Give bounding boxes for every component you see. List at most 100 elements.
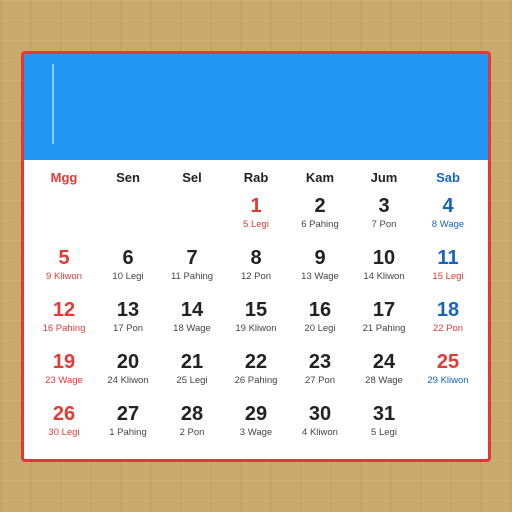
day-sub: 29 Kliwon [427,375,468,386]
day-header-kam: Kam [288,166,352,189]
cal-cell: 2327 Pon [288,347,352,399]
cal-cell: 282 Pon [160,399,224,451]
day-number: 31 [373,402,395,426]
day-number: 25 [437,350,459,374]
cal-cell: 2125 Legi [160,347,224,399]
day-header-mgg: Mgg [32,166,96,189]
cal-cell: 26 Pahing [288,191,352,243]
day-number: 14 [181,298,203,322]
day-sub: 16 Pahing [43,323,86,334]
cal-cell: 1822 Pon [416,295,480,347]
day-sub: 6 Pahing [301,219,339,230]
cal-cell: 48 Wage [416,191,480,243]
day-number: 30 [309,402,331,426]
day-number: 17 [373,298,395,322]
day-header-sab: Sab [416,166,480,189]
calendar-grid: 15 Legi26 Pahing37 Pon48 Wage59 Kliwon61… [32,191,480,451]
day-number: 9 [314,246,325,270]
day-sub: 4 Kliwon [302,427,338,438]
day-number: 4 [442,194,453,218]
day-sub: 27 Pon [305,375,335,386]
cal-cell: 1418 Wage [160,295,224,347]
day-number: 26 [53,402,75,426]
day-number: 29 [245,402,267,426]
day-sub: 10 Legi [112,271,143,282]
day-number: 18 [437,298,459,322]
day-sub: 17 Pon [113,323,143,334]
cal-cell: 59 Kliwon [32,243,96,295]
cal-cell: 1923 Wage [32,347,96,399]
day-sub: 26 Pahing [235,375,278,386]
day-headers: MggSenSelRabKamJumSab [32,166,480,189]
cal-cell: 37 Pon [352,191,416,243]
day-number: 19 [53,350,75,374]
cal-cell: 304 Kliwon [288,399,352,451]
day-number: 12 [53,298,75,322]
cal-cell: 610 Legi [96,243,160,295]
day-number: 1 [250,194,261,218]
day-sub: 18 Wage [173,323,211,334]
cal-cell: 293 Wage [224,399,288,451]
day-number: 3 [378,194,389,218]
day-header-sel: Sel [160,166,224,189]
day-header-jum: Jum [352,166,416,189]
calendar-header [24,54,488,150]
day-sub: 5 Legi [371,427,397,438]
cal-cell: 711 Pahing [160,243,224,295]
calendar-body: MggSenSelRabKamJumSab 15 Legi26 Pahing37… [24,160,488,459]
day-sub: 19 Kliwon [235,323,276,334]
day-sub: 3 Wage [240,427,272,438]
day-sub: 23 Wage [45,375,83,386]
day-sub: 1 Pahing [109,427,147,438]
day-sub: 30 Legi [48,427,79,438]
header-divider [52,64,54,144]
cal-cell: 1620 Legi [288,295,352,347]
day-number: 8 [250,246,261,270]
day-sub: 13 Wage [301,271,339,282]
cal-cell: 2529 Kliwon [416,347,480,399]
day-sub: 7 Pon [372,219,397,230]
day-sub: 5 Legi [243,219,269,230]
day-header-sen: Sen [96,166,160,189]
cal-cell: 271 Pahing [96,399,160,451]
day-sub: 22 Pon [433,323,463,334]
day-number: 10 [373,246,395,270]
day-sub: 28 Wage [365,375,403,386]
day-sub: 20 Legi [304,323,335,334]
day-number: 7 [186,246,197,270]
day-number: 2 [314,194,325,218]
cal-cell [160,191,224,243]
cal-cell: 1317 Pon [96,295,160,347]
cal-cell: 1721 Pahing [352,295,416,347]
cal-cell: 1014 Kliwon [352,243,416,295]
day-sub: 9 Kliwon [46,271,82,282]
day-header-rab: Rab [224,166,288,189]
day-number: 21 [181,350,203,374]
day-sub: 12 Pon [241,271,271,282]
cal-cell: 315 Legi [352,399,416,451]
cal-cell: 15 Legi [224,191,288,243]
day-number: 6 [122,246,133,270]
cal-cell: 812 Pon [224,243,288,295]
day-sub: 14 Kliwon [363,271,404,282]
day-number: 5 [58,246,69,270]
day-number: 27 [117,402,139,426]
cal-cell [416,399,480,451]
day-sub: 21 Pahing [363,323,406,334]
day-number: 20 [117,350,139,374]
day-number: 28 [181,402,203,426]
calendar: MggSenSelRabKamJumSab 15 Legi26 Pahing37… [21,51,491,462]
cal-cell: 913 Wage [288,243,352,295]
day-number: 13 [117,298,139,322]
day-sub: 11 Pahing [171,271,213,282]
day-number: 23 [309,350,331,374]
day-sub: 15 Legi [432,271,463,282]
day-number: 16 [309,298,331,322]
cal-cell: 2226 Pahing [224,347,288,399]
day-sub: 8 Wage [432,219,464,230]
day-number: 22 [245,350,267,374]
cal-cell: 2630 Legi [32,399,96,451]
cal-cell: 1115 Legi [416,243,480,295]
cal-cell: 2428 Wage [352,347,416,399]
cal-cell [32,191,96,243]
